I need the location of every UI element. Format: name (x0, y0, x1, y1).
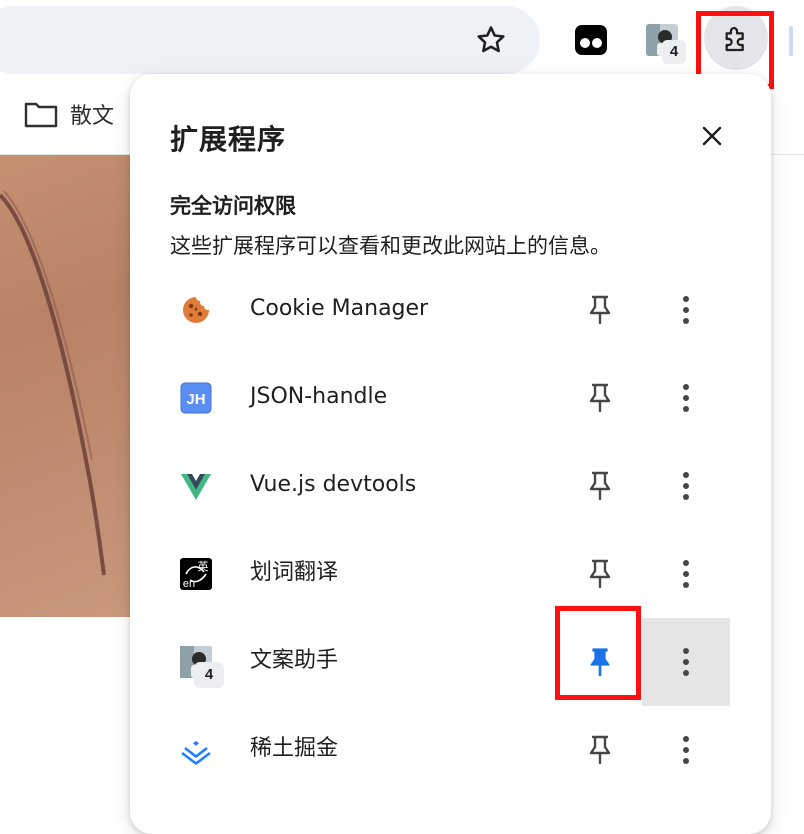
juejin-icon (180, 734, 212, 766)
bookmark-folder-label: 散文 (70, 104, 115, 129)
more-vertical-icon (683, 296, 689, 324)
extension-name: 划词翻译 (250, 560, 339, 585)
puzzle-icon (725, 27, 744, 52)
pin-outline-icon (589, 559, 611, 589)
extension-row-vue-devtools[interactable]: Vue.js devtools (130, 442, 771, 530)
more-options-button[interactable] (642, 706, 730, 794)
extension-row-copywriting-assistant[interactable]: 4 文案助手 (130, 618, 771, 706)
pin-button[interactable] (578, 286, 622, 334)
extension-name: Cookie Manager (250, 296, 429, 321)
extension-row-translate[interactable]: 英 en 划词翻译 (130, 530, 771, 618)
extension-name: JSON-handle (250, 384, 388, 409)
pin-outline-icon (589, 383, 611, 413)
more-options-button[interactable] (642, 266, 730, 354)
extension-name: 文案助手 (250, 648, 339, 673)
more-options-button[interactable] (642, 530, 730, 618)
address-bar[interactable] (0, 6, 540, 74)
pin-button[interactable] (578, 374, 622, 422)
extension-row-juejin[interactable]: 稀土掘金 (130, 706, 771, 794)
translate-icon: 英 en (180, 558, 212, 590)
extension-count-badge: 4 (662, 40, 686, 64)
section-title: 完全访问权限 (170, 194, 296, 218)
extension-row-cookie-manager[interactable]: Cookie Manager (130, 266, 771, 354)
translate-icon-bottom-text: en (183, 578, 195, 590)
page-background-image (0, 155, 140, 617)
pin-button[interactable] (578, 550, 622, 598)
pin-outline-icon (589, 295, 611, 325)
close-button[interactable] (692, 116, 732, 156)
more-options-button[interactable] (642, 354, 730, 442)
folder-icon (24, 102, 58, 128)
pin-filled-icon (590, 648, 610, 677)
extension-name: Vue.js devtools (250, 472, 417, 497)
cookie-icon (180, 294, 212, 326)
extensions-popup: 扩展程序 完全访问权限 这些扩展程序可以查看和更改此网站上的信息。 Cookie… (130, 74, 771, 834)
pin-outline-icon (589, 735, 611, 765)
more-vertical-icon (683, 472, 689, 500)
bookmark-star-icon[interactable] (474, 23, 508, 57)
bookmark-folder[interactable]: 散文 (24, 96, 114, 132)
toolbar-extension-eyes-icon[interactable] (574, 24, 608, 56)
more-vertical-icon (683, 384, 689, 412)
more-vertical-icon (683, 648, 689, 676)
more-vertical-icon (683, 560, 689, 588)
avatar-icon: 4 (180, 646, 224, 688)
more-vertical-icon (683, 736, 689, 764)
toolbar-extension-avatar-button[interactable]: 4 (646, 24, 688, 66)
pin-outline-icon (589, 471, 611, 501)
close-icon (702, 126, 722, 146)
extensions-menu-button[interactable] (704, 6, 768, 70)
pin-button[interactable] (578, 726, 622, 774)
extension-name: 稀土掘金 (250, 736, 339, 761)
pin-button-pinned[interactable] (578, 638, 622, 686)
jh-icon-text: JH (186, 391, 205, 408)
extension-count-badge: 4 (194, 662, 224, 688)
side-panel-edge (789, 26, 793, 56)
jh-icon: JH (180, 382, 212, 414)
more-options-button[interactable] (642, 442, 730, 530)
pin-button[interactable] (578, 462, 622, 510)
section-description: 这些扩展程序可以查看和更改此网站上的信息。 (170, 234, 611, 258)
popup-title: 扩展程序 (170, 123, 287, 156)
extension-row-json-handle[interactable]: JH JSON-handle (130, 354, 771, 442)
more-options-button[interactable] (642, 618, 730, 706)
vue-logo-icon (180, 470, 212, 502)
